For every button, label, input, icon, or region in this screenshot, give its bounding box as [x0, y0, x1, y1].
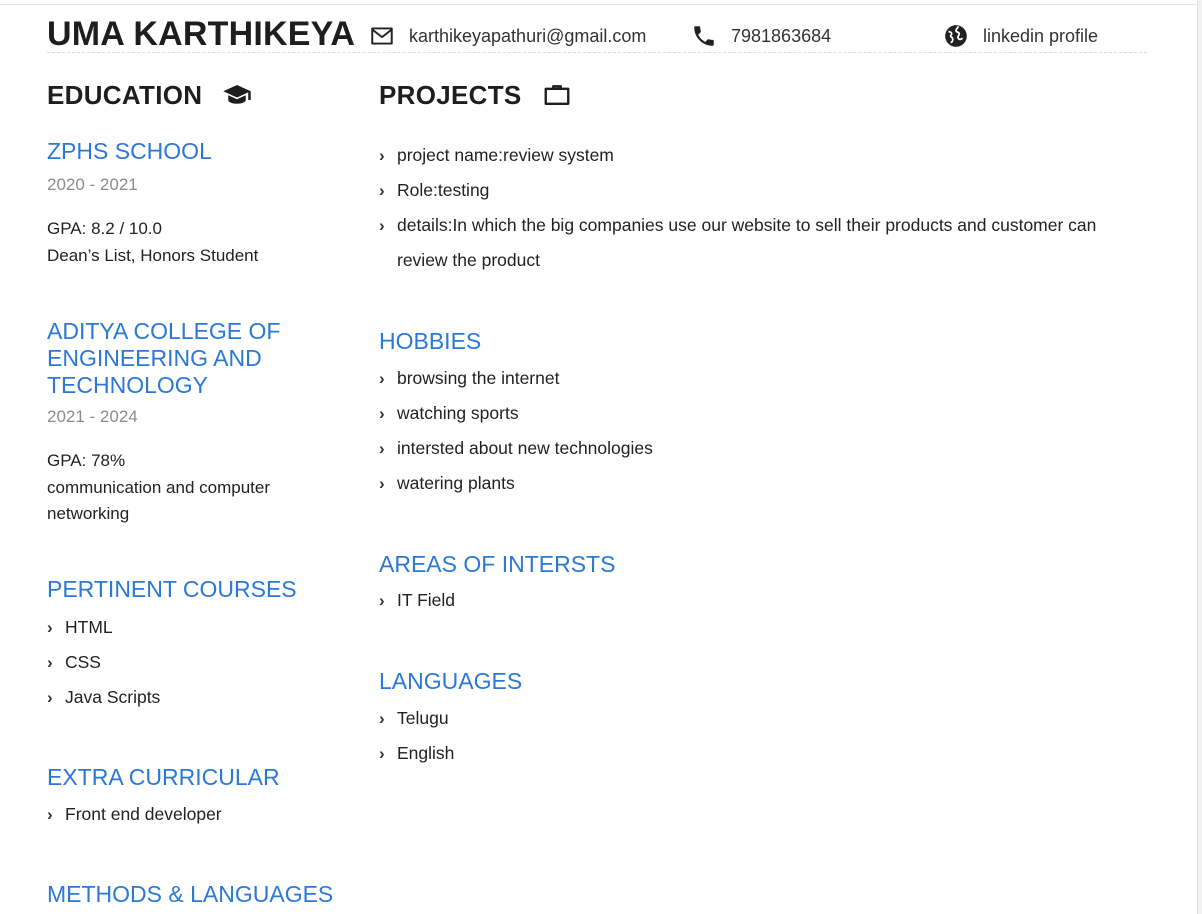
list-item: › browsing the internet	[379, 361, 653, 396]
linkedin-contact[interactable]: linkedin profile	[943, 22, 1098, 50]
chevron-right-icon: ›	[47, 688, 53, 707]
hobbies-heading: HOBBIES	[379, 328, 482, 354]
projects-list: › project name:review system › Role:testin…	[379, 138, 1109, 278]
education-heading: EDUCATION	[47, 78, 347, 112]
courses-heading: PERTINENT COURSES	[47, 576, 297, 602]
phone-text[interactable]: 7981863684	[731, 26, 831, 47]
school-note-2: communication and computer networking	[47, 478, 271, 523]
methods-heading: METHODS & LANGUAGES	[47, 881, 334, 907]
list-item: › details:In which the big companies use …	[379, 208, 1109, 278]
resume-header: UMA KARTHIKEYA karthikeyapathuri@gmail.c…	[47, 14, 1147, 53]
interests-list: › IT Field	[379, 583, 455, 618]
courses-list: › HTML › CSS › Java Scripts	[47, 610, 160, 715]
list-item: › English	[379, 736, 454, 771]
list-item: › Front end developer	[47, 797, 222, 832]
chevron-right-icon: ›	[379, 369, 385, 388]
list-item: › intersted about new technologies	[379, 431, 653, 466]
hobbies-list: › browsing the internet › watching sports …	[379, 361, 653, 501]
interests-heading: AREAS OF INTERSTS	[379, 551, 616, 577]
chevron-right-icon: ›	[47, 653, 53, 672]
list-item: › Java Scripts	[47, 680, 160, 715]
briefcase-icon	[542, 80, 572, 110]
chevron-right-icon: ›	[379, 181, 385, 200]
list-item: › IT Field	[379, 583, 455, 618]
phone-icon	[691, 23, 717, 49]
chevron-right-icon: ›	[47, 618, 53, 637]
left-column: EDUCATION ZPHS SCHOOL 2020 - 2021 GPA: 8…	[47, 78, 347, 908]
extra-list: › Front end developer	[47, 797, 222, 832]
scrollbar[interactable]	[1197, 0, 1202, 914]
school-note-1: Dean’s List, Honors Student	[47, 246, 259, 265]
school-name-1: ZPHS SCHOOL	[47, 138, 212, 164]
projects-heading: PROJECTS	[379, 78, 1119, 112]
projects-title: PROJECTS	[379, 79, 522, 110]
chevron-right-icon: ›	[379, 216, 385, 235]
envelope-icon	[369, 23, 395, 49]
languages-list: › Telugu › English	[379, 701, 454, 771]
top-divider	[0, 4, 1202, 5]
right-column: PROJECTS › project name:review system › Ro…	[379, 78, 1119, 764]
education-title: EDUCATION	[47, 79, 203, 110]
candidate-name: UMA KARTHIKEYA	[47, 15, 356, 53]
list-item: › watering plants	[379, 466, 653, 501]
chevron-right-icon: ›	[379, 439, 385, 458]
school-years-1: 2020 - 2021	[47, 175, 138, 194]
school-name-2: ADITYA COLLEGE OF ENGINEERING AND TECHNO…	[47, 318, 281, 398]
extra-heading: EXTRA CURRICULAR	[47, 764, 280, 790]
chevron-right-icon: ›	[47, 805, 53, 824]
linkedin-text[interactable]: linkedin profile	[983, 26, 1098, 47]
list-item: › Telugu	[379, 701, 454, 736]
chevron-right-icon: ›	[379, 404, 385, 423]
resume-page: UMA KARTHIKEYA karthikeyapathuri@gmail.c…	[0, 0, 1202, 914]
list-item: › CSS	[47, 645, 160, 680]
phone-contact[interactable]: 7981863684	[691, 22, 831, 50]
email-text[interactable]: karthikeyapathuri@gmail.com	[409, 26, 646, 47]
school-gpa-1: GPA: 8.2 / 10.0	[47, 219, 162, 238]
chevron-right-icon: ›	[379, 474, 385, 493]
chevron-right-icon: ›	[379, 744, 385, 763]
chevron-right-icon: ›	[379, 146, 385, 165]
school-gpa-2: GPA: 78%	[47, 451, 126, 470]
globe-icon	[943, 23, 969, 49]
email-contact[interactable]: karthikeyapathuri@gmail.com	[369, 22, 646, 50]
school-years-2: 2021 - 2024	[47, 407, 138, 426]
list-item: › HTML	[47, 610, 160, 645]
list-item: › watching sports	[379, 396, 653, 431]
languages-heading: LANGUAGES	[379, 668, 523, 694]
list-item: › Role:testing	[379, 173, 1109, 208]
chevron-right-icon: ›	[379, 591, 385, 610]
list-item: › project name:review system	[379, 138, 1109, 173]
graduation-cap-icon	[222, 80, 252, 110]
chevron-right-icon: ›	[379, 709, 385, 728]
